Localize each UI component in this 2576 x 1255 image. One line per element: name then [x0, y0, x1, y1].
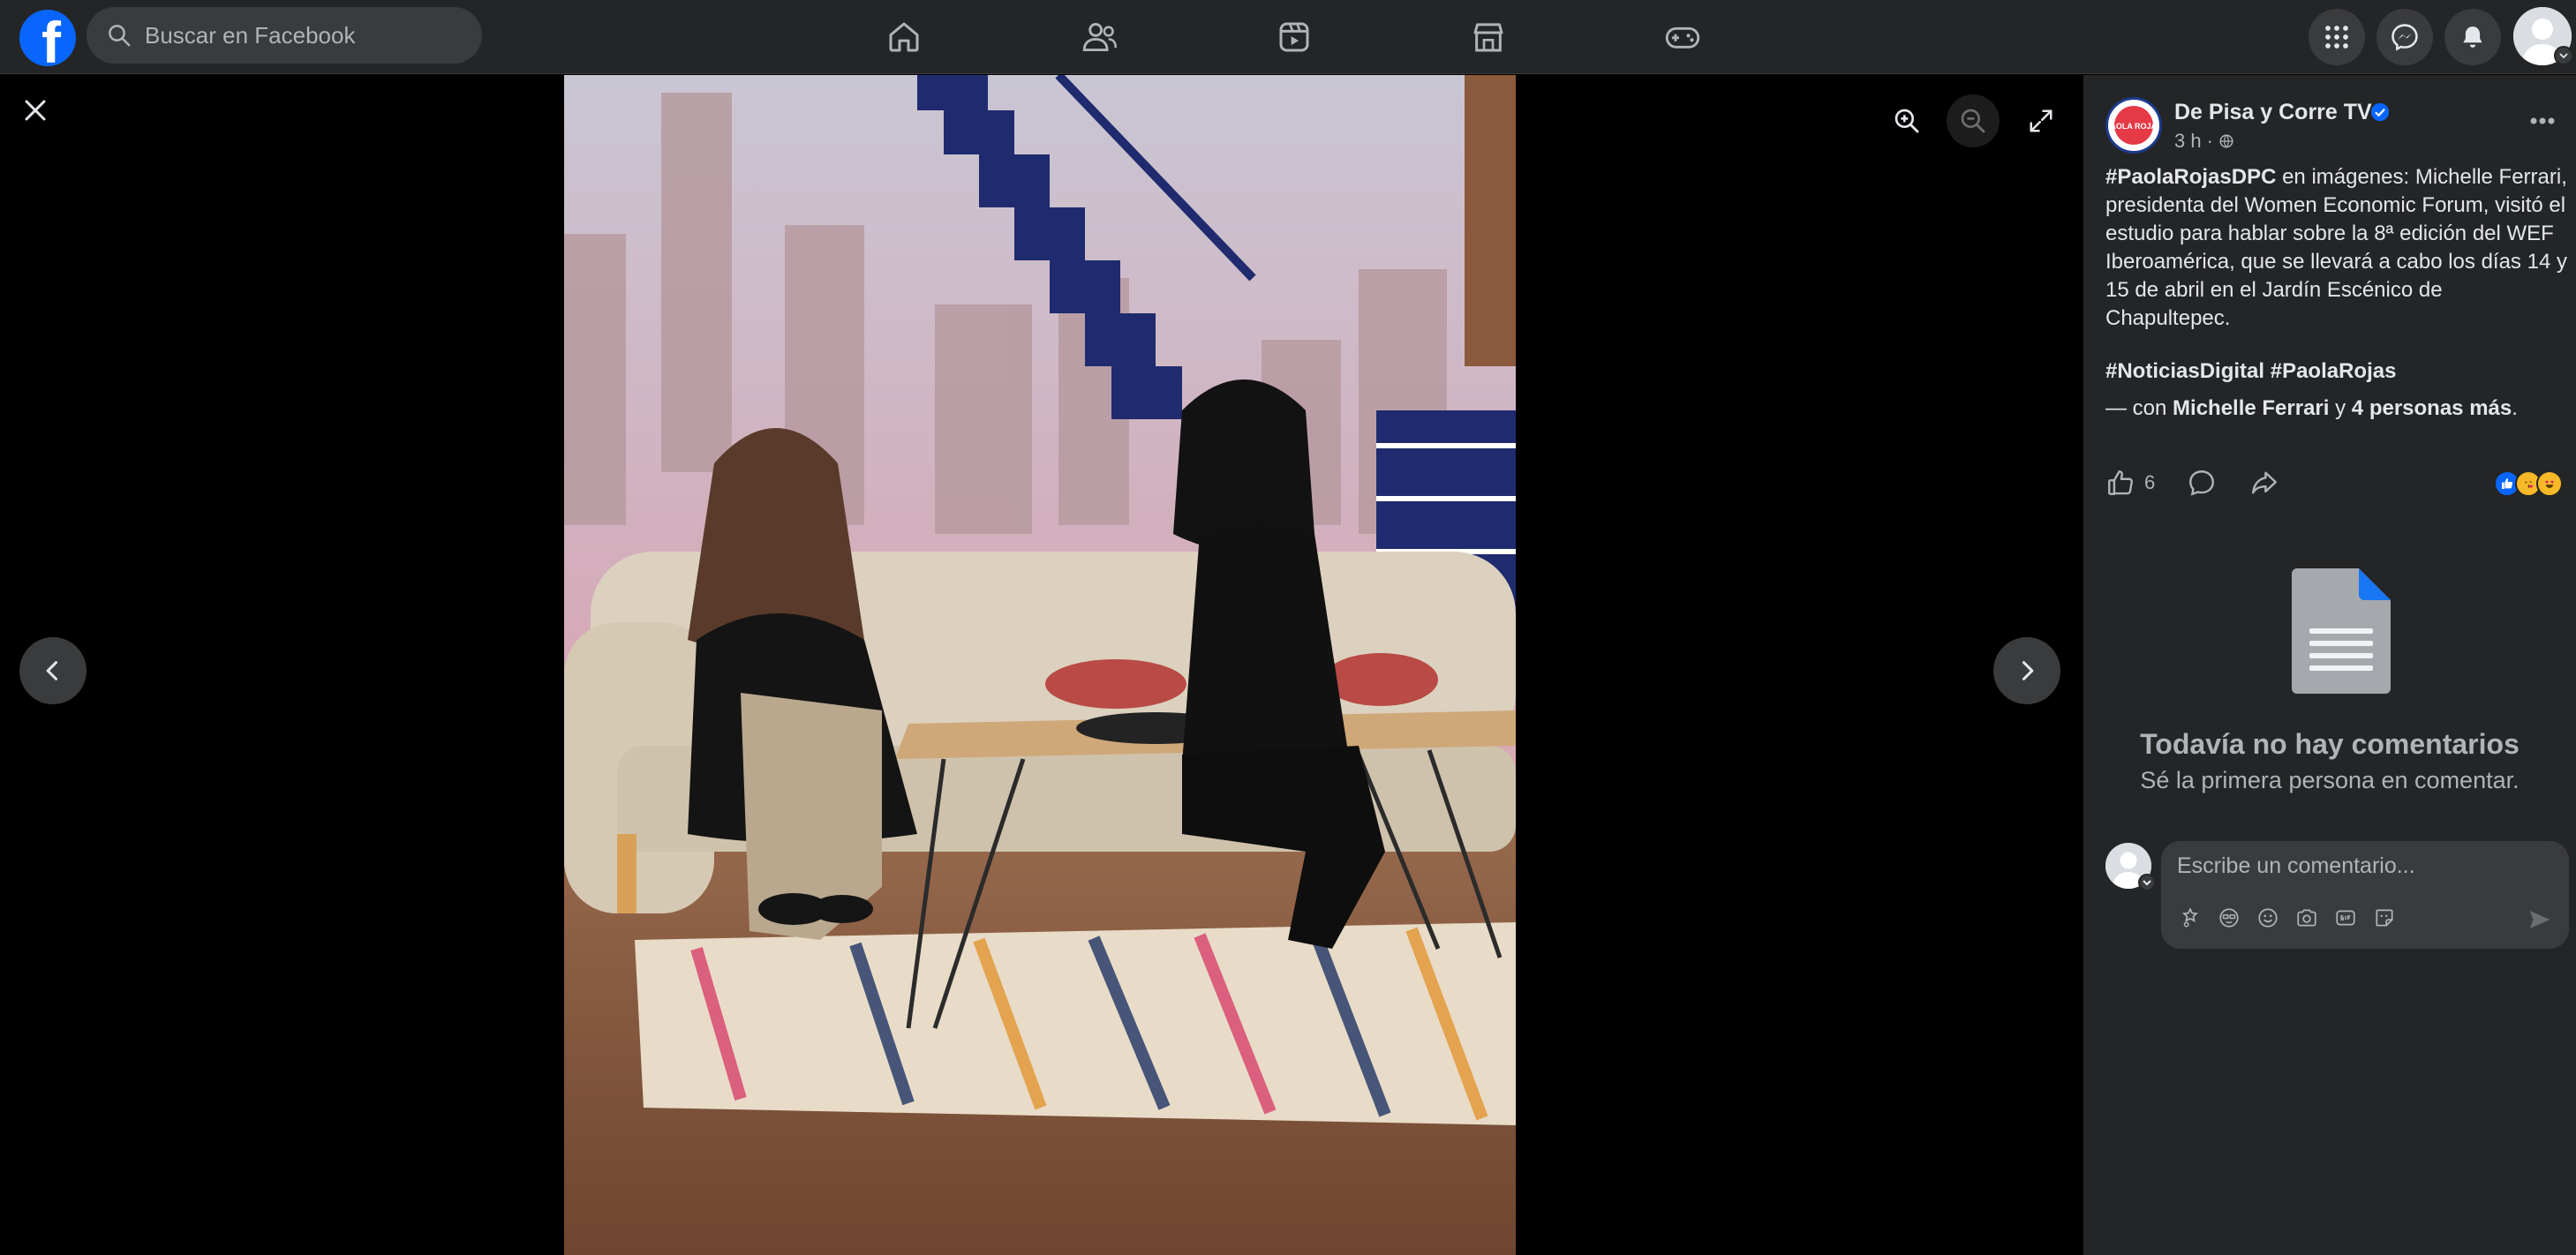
zoom-out-button[interactable]: [1947, 94, 2000, 147]
search-input[interactable]: [145, 21, 463, 49]
post-time[interactable]: 3 h: [2174, 130, 2202, 153]
like-button[interactable]: 6: [2105, 468, 2155, 498]
with-end: .: [2512, 396, 2518, 420]
post-actions: 6: [2105, 468, 2312, 498]
zoom-in-icon: [1894, 109, 1919, 133]
verified-badge-icon: [2370, 102, 2390, 122]
zoom-out-icon: [1961, 109, 1985, 133]
zoom-in-button[interactable]: [1880, 94, 1933, 147]
avatar-face-icon: [2219, 908, 2239, 928]
avatar-button[interactable]: [2216, 905, 2242, 931]
next-photo-button[interactable]: [1993, 637, 2060, 704]
messenger-icon: [2391, 24, 2418, 51]
document-icon: [2292, 568, 2391, 694]
sticker-icon: [2376, 909, 2393, 927]
close-icon: [25, 100, 46, 121]
like-count: 6: [2144, 471, 2156, 493]
page-name[interactable]: De Pisa y Corre TV: [2174, 100, 2372, 125]
share-button[interactable]: [2248, 468, 2280, 498]
comment-button[interactable]: [2187, 468, 2217, 498]
search-bar[interactable]: [87, 7, 482, 64]
chevron-right-icon: [2022, 661, 2034, 680]
post-photo: [564, 75, 1516, 1255]
more-options-icon: [2530, 117, 2555, 124]
with-prefix: — con: [2105, 396, 2173, 420]
nav-friends[interactable]: [1068, 11, 1132, 64]
notifications-icon: [2463, 26, 2482, 48]
search-icon: [109, 25, 131, 47]
with-and: y: [2329, 396, 2352, 420]
page-logo: PAOLA ROJAS: [2109, 101, 2158, 149]
empty-comments-subtitle: Sé la primera persona en comentar.: [2140, 767, 2520, 793]
page-avatar[interactable]: PAOLA ROJAS: [2105, 97, 2162, 154]
friends-icon: [1082, 23, 1118, 51]
avatar-sticker-button[interactable]: [2177, 905, 2203, 931]
account-chevron[interactable]: [2554, 46, 2573, 65]
notifications-button[interactable]: [2444, 9, 2501, 65]
nav-gaming[interactable]: [1651, 11, 1714, 64]
previous-photo-button[interactable]: [19, 637, 87, 704]
post-meta: 3 h ·: [2174, 130, 2234, 153]
marketplace-icon: [1473, 23, 1503, 52]
emoji-icon: [2258, 908, 2278, 928]
nav-marketplace[interactable]: [1457, 11, 1520, 64]
post-caption: #PaolaRojasDPC en imágenes: Michelle Fer…: [2105, 163, 2569, 333]
meta-separator: ·: [2206, 130, 2213, 152]
chevron-left-icon: [46, 661, 58, 680]
nav-video[interactable]: [1262, 11, 1326, 64]
gif-button[interactable]: [2332, 905, 2359, 931]
emoji-button[interactable]: [2255, 905, 2281, 931]
globe-icon: [2219, 134, 2233, 148]
comment-input[interactable]: [2177, 853, 2548, 879]
menu-button[interactable]: [2309, 9, 2365, 65]
camera-icon: [2297, 909, 2316, 927]
tagged-people-line: — con Michelle Ferrari y 4 personas más.: [2105, 396, 2518, 421]
empty-comments-title: Todavía no hay comentarios: [2140, 728, 2520, 760]
post-details-panel: PAOLA ROJAS De Pisa y Corre TV 3 h · #Pa…: [2083, 75, 2576, 1255]
tagged-person[interactable]: Michelle Ferrari: [2173, 396, 2329, 420]
nav-home[interactable]: [872, 11, 936, 64]
facebook-logo-letter: f: [41, 10, 61, 66]
user-switch-chevron[interactable]: [2138, 874, 2156, 891]
avatar-sticker-icon: [2181, 907, 2199, 928]
studio-interview-photo: [564, 75, 1516, 1255]
send-icon[interactable]: [2527, 906, 2553, 933]
share-icon: [2252, 471, 2278, 494]
gaming-icon: [1665, 26, 1700, 49]
top-navigation-bar: f: [0, 0, 2576, 74]
chevron-down-icon: [2143, 880, 2151, 886]
empty-comments-illustration: [2288, 565, 2394, 695]
comment-composer: [2161, 841, 2569, 949]
photo-button[interactable]: [2294, 905, 2320, 931]
chevron-down-icon: [2559, 53, 2568, 59]
photo-viewer: [0, 75, 2083, 1255]
caption-body: en imágenes: Michelle Ferrari, president…: [2105, 165, 2567, 330]
post-hashtags[interactable]: #NoticiasDigital #PaolaRojas: [2105, 359, 2396, 384]
home-icon: [889, 22, 919, 52]
sticker-button[interactable]: [2371, 905, 2398, 931]
messenger-button[interactable]: [2376, 9, 2433, 65]
reaction-summary[interactable]: [2494, 470, 2563, 497]
video-icon: [1279, 22, 1309, 52]
fullscreen-button[interactable]: [2015, 94, 2068, 147]
comment-icon: [2189, 470, 2215, 496]
menu-grid-icon: [2325, 26, 2348, 49]
caption-hashtag[interactable]: #PaolaRojasDPC: [2105, 165, 2276, 189]
gif-icon: [2336, 910, 2355, 926]
love-eyes-reaction-icon: [2536, 470, 2563, 497]
page-logo-text: PAOLA ROJAS: [2109, 122, 2158, 131]
fullscreen-icon: [2030, 109, 2053, 132]
tagged-others[interactable]: 4 personas más: [2352, 396, 2512, 420]
composer-tools: [2177, 905, 2398, 931]
close-button[interactable]: [12, 87, 58, 133]
facebook-logo[interactable]: f: [19, 10, 76, 66]
like-icon: [2108, 470, 2133, 495]
post-options-button[interactable]: [2525, 110, 2560, 132]
